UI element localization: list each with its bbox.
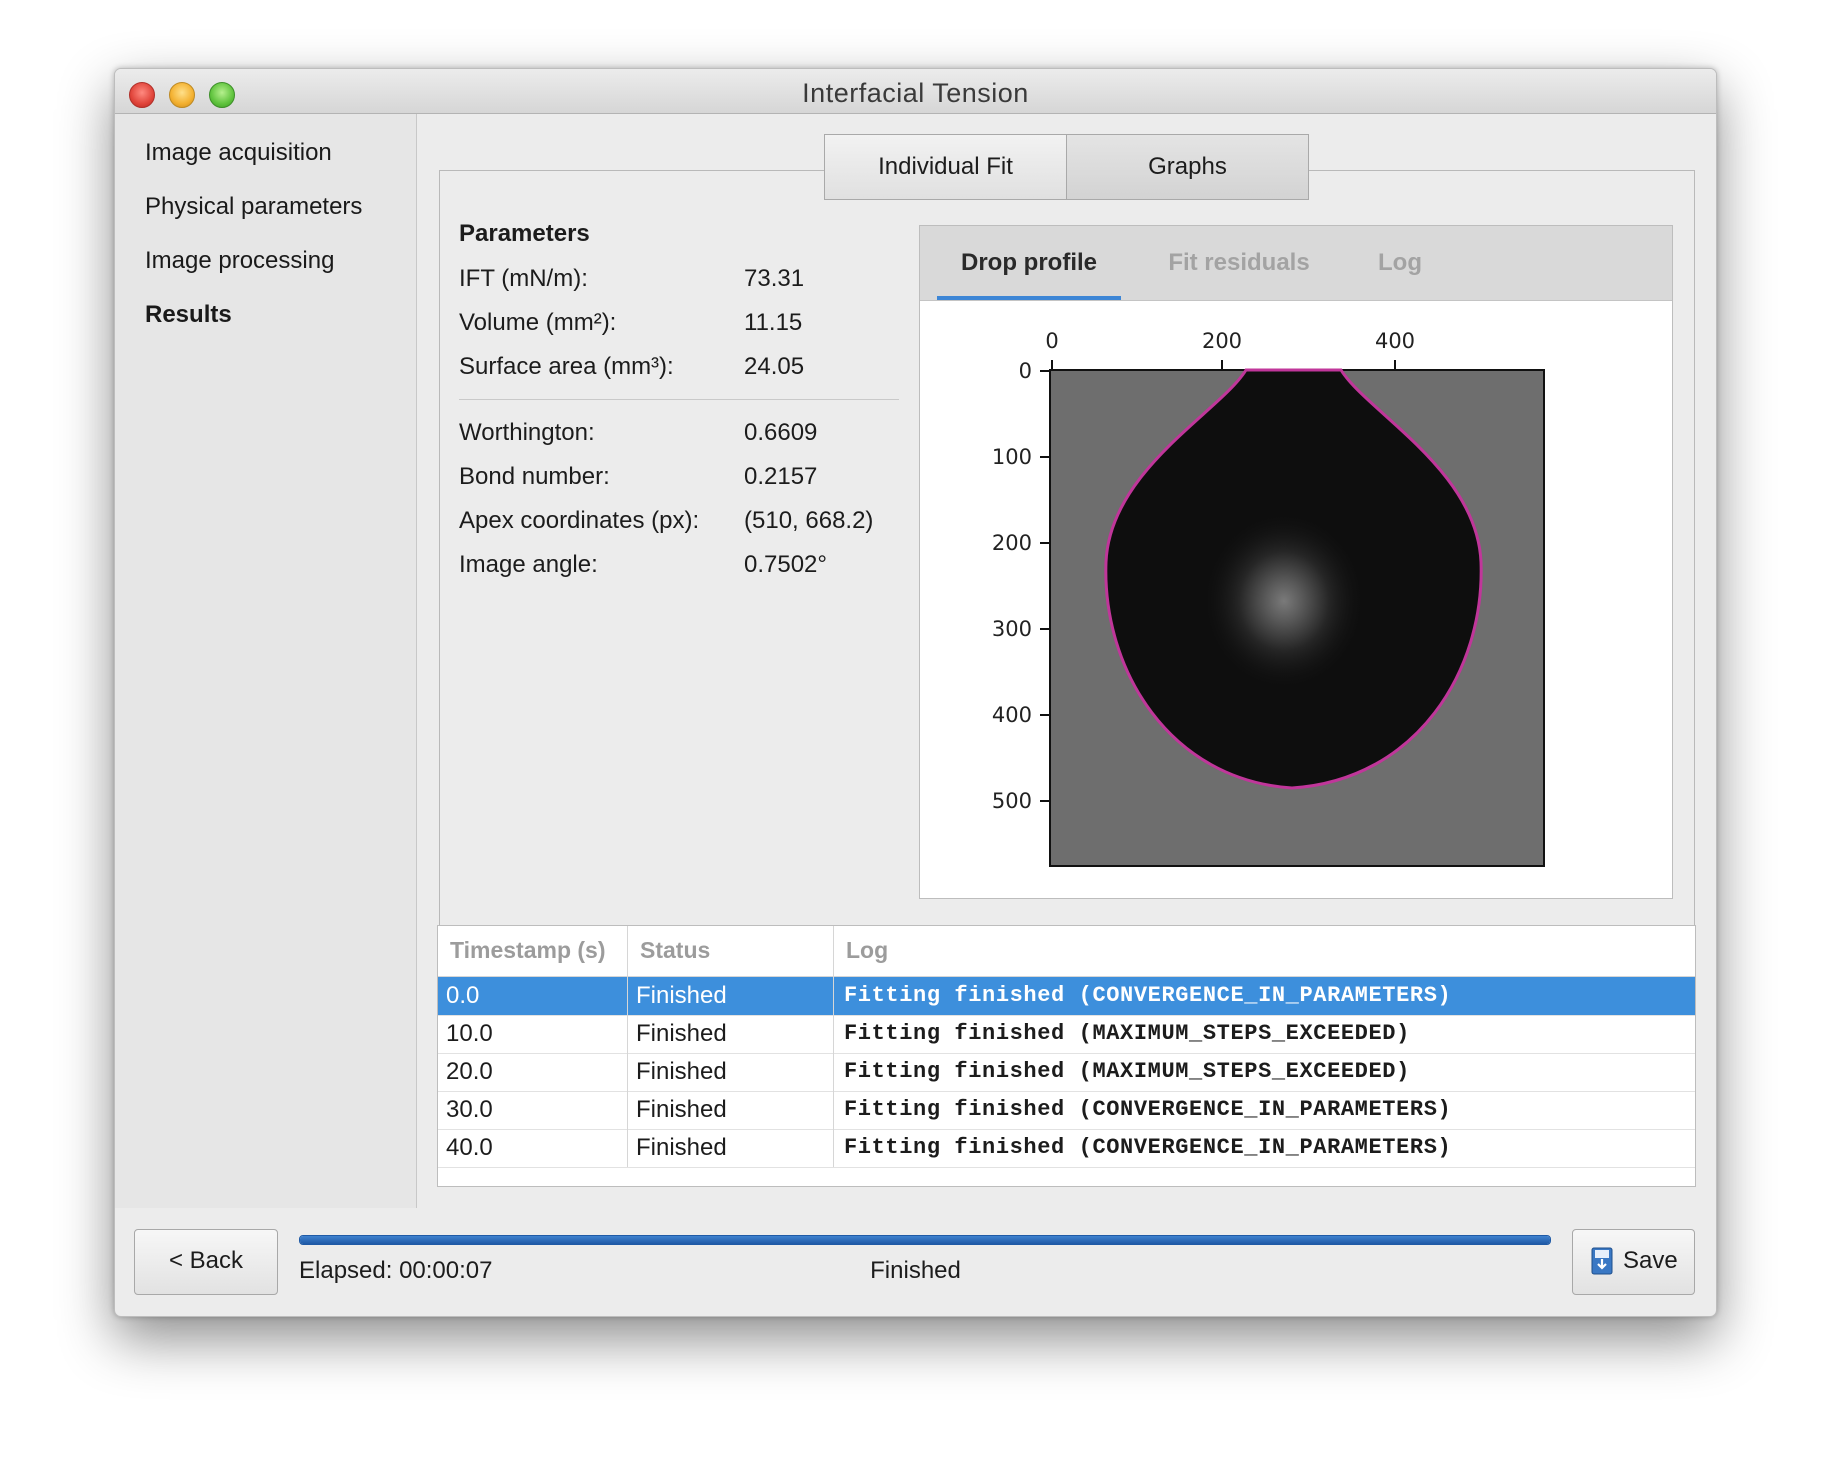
param-value: 0.6609	[744, 419, 818, 446]
param-label: Surface area (mm³):	[459, 353, 674, 380]
param-value: 0.2157	[744, 463, 818, 490]
table-row[interactable]: 40.0 Finished Fitting finished (CONVERGE…	[438, 1129, 1695, 1168]
status-text: Finished	[870, 1257, 961, 1284]
cell-log: Fitting finished (CONVERGENCE_IN_PARAMET…	[844, 983, 1452, 1008]
param-value: 24.05	[744, 353, 805, 380]
progress-bar	[299, 1235, 1551, 1245]
cell-timestamp: 20.0	[438, 1053, 628, 1091]
save-button[interactable]: Save	[1572, 1229, 1695, 1295]
drop-profile-plot: 0 200 400 0 100 200 300 400 500	[992, 329, 1545, 867]
param-label: Volume (mm²):	[459, 309, 617, 336]
y-tick-label: 500	[992, 789, 1032, 813]
title-bar: Interfacial Tension	[115, 69, 1716, 114]
y-tick-label: 100	[992, 445, 1032, 469]
cell-log: Fitting finished (CONVERGENCE_IN_PARAMET…	[844, 1097, 1452, 1122]
param-label: Image angle:	[459, 551, 598, 578]
cell-log: Fitting finished (MAXIMUM_STEPS_EXCEEDED…	[844, 1021, 1410, 1046]
param-value: 73.31	[744, 265, 805, 292]
tab-graphs[interactable]: Graphs	[1066, 134, 1309, 200]
results-table: Timestamp (s) Status Log 0.0 Finished Fi…	[437, 925, 1696, 1187]
cell-timestamp: 30.0	[438, 1091, 628, 1129]
window-title: Interfacial Tension	[802, 78, 1029, 108]
tab-fit-residuals[interactable]: Fit residuals	[1142, 226, 1336, 300]
save-button-label: Save	[1623, 1247, 1678, 1274]
y-tick-label: 300	[992, 617, 1032, 641]
cell-status: Finished	[628, 1129, 834, 1167]
plot-axes: 0 200 400 0 100 200 300 400 500	[992, 329, 1545, 867]
x-axis-ticks	[1051, 360, 1396, 370]
cell-timestamp: 40.0	[438, 1129, 628, 1167]
table-row[interactable]: 0.0 Finished Fitting finished (CONVERGEN…	[438, 977, 1695, 1016]
drop-highlight	[1202, 511, 1366, 691]
parameters-heading: Parameters	[459, 220, 590, 247]
column-header-log[interactable]: Log	[834, 926, 1695, 976]
plot-tabs: Drop profile Fit residuals Log	[920, 226, 1672, 301]
param-value: 0.7502°	[744, 551, 828, 578]
x-tick-label: 0	[1045, 329, 1058, 353]
cell-log: Fitting finished (CONVERGENCE_IN_PARAMET…	[844, 1135, 1452, 1160]
sidebar-item-results[interactable]: Results	[145, 301, 232, 329]
cell-log: Fitting finished (MAXIMUM_STEPS_EXCEEDED…	[844, 1059, 1410, 1084]
param-value: 11.15	[744, 309, 803, 336]
download-icon	[1591, 1247, 1613, 1275]
sidebar-item-image-acquisition[interactable]: Image acquisition	[145, 139, 332, 167]
y-tick-label: 400	[992, 703, 1032, 727]
footer-bar: < Back Elapsed: 00:00:07 Finished Save	[115, 1207, 1716, 1315]
table-row[interactable]: 30.0 Finished Fitting finished (CONVERGE…	[438, 1091, 1695, 1130]
progress-fill	[300, 1236, 1550, 1244]
y-tick-label: 0	[1019, 359, 1032, 383]
column-header-timestamp[interactable]: Timestamp (s)	[438, 926, 628, 976]
y-tick-label: 200	[992, 531, 1032, 555]
sidebar: Image acquisition Physical parameters Im…	[115, 114, 417, 1208]
sidebar-item-image-processing[interactable]: Image processing	[145, 247, 334, 275]
cell-status: Finished	[628, 1015, 834, 1053]
param-value: (510, 668.2)	[744, 507, 874, 534]
parameters-divider	[459, 399, 899, 400]
column-header-status[interactable]: Status	[628, 926, 834, 976]
x-tick-label: 400	[1375, 329, 1415, 353]
table-row[interactable]: 20.0 Finished Fitting finished (MAXIMUM_…	[438, 1053, 1695, 1092]
cell-timestamp: 0.0	[438, 977, 628, 1015]
cell-status: Finished	[628, 977, 834, 1015]
y-axis-ticks	[1040, 370, 1050, 802]
sidebar-item-physical-parameters[interactable]: Physical parameters	[145, 193, 362, 221]
param-label: Bond number:	[459, 463, 610, 490]
cell-status: Finished	[628, 1091, 834, 1129]
tab-log[interactable]: Log	[1350, 226, 1450, 300]
tab-drop-profile[interactable]: Drop profile	[937, 226, 1121, 300]
param-label: Worthington:	[459, 419, 595, 446]
cell-timestamp: 10.0	[438, 1015, 628, 1053]
param-label: IFT (mN/m):	[459, 265, 588, 292]
x-tick-label: 200	[1202, 329, 1242, 353]
table-row[interactable]: 10.0 Finished Fitting finished (MAXIMUM_…	[438, 1015, 1695, 1054]
plot-panel: Drop profile Fit residuals Log 0 200 400…	[919, 225, 1673, 899]
param-label: Apex coordinates (px):	[459, 507, 700, 534]
cell-status: Finished	[628, 1053, 834, 1091]
tab-individual-fit[interactable]: Individual Fit	[824, 134, 1067, 200]
table-header: Timestamp (s) Status Log	[438, 926, 1695, 977]
